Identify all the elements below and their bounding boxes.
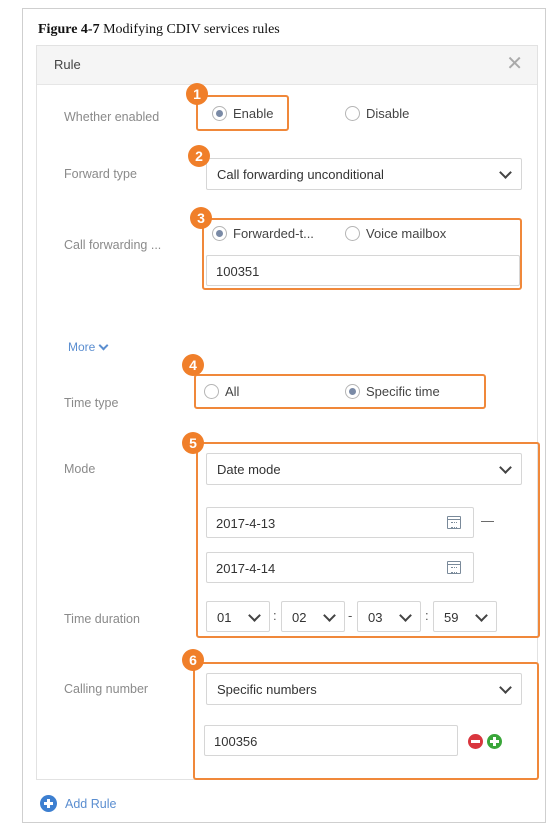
disable-radio-label: Disable (366, 106, 410, 121)
callout-badge-4: 4 (182, 354, 204, 376)
time-duration-label: Time duration (64, 612, 140, 626)
highlight-box-6 (193, 662, 539, 780)
callout-badge-5: 5 (182, 432, 204, 454)
add-rule-button[interactable]: Add Rule (40, 795, 116, 812)
callout-badge-2: 2 (188, 145, 210, 167)
call-forwarding-label: Call forwarding ... (64, 238, 162, 252)
highlight-box-3 (202, 218, 522, 290)
radio-unselected-icon (345, 106, 360, 121)
chevron-down-icon (499, 166, 512, 179)
calling-number-label: Calling number (64, 682, 149, 696)
more-toggle[interactable]: More (68, 340, 109, 354)
mode-label: Mode (64, 462, 96, 476)
more-label: More (68, 340, 96, 354)
close-icon[interactable]: ✕ (506, 53, 523, 75)
forward-type-label: Forward type (64, 167, 137, 181)
callout-badge-3: 3 (190, 207, 212, 229)
highlight-box-4 (194, 374, 486, 409)
chevron-down-icon (98, 340, 109, 351)
forward-type-value: Call forwarding unconditional (217, 167, 384, 182)
add-rule-label: Add Rule (65, 796, 117, 811)
highlight-box-1 (196, 95, 289, 131)
dialog-header: Rule ✕ (37, 46, 537, 85)
time-type-label: Time type (64, 396, 119, 410)
highlight-box-5 (196, 442, 540, 638)
figure-caption: Figure 4-7 Modifying CDIV services rules (38, 22, 280, 38)
callout-badge-1: 1 (186, 83, 208, 105)
dialog-title: Rule (54, 57, 81, 72)
forward-type-select[interactable]: Call forwarding unconditional (206, 158, 522, 190)
whether-enabled-label: Whether enabled (64, 110, 160, 124)
callout-badge-6: 6 (182, 649, 204, 671)
figure-caption-text: Modifying CDIV services rules (103, 22, 280, 37)
figure-number: Figure 4-7 (38, 22, 100, 37)
disable-radio[interactable]: Disable (345, 106, 409, 121)
add-circle-icon (40, 795, 57, 812)
